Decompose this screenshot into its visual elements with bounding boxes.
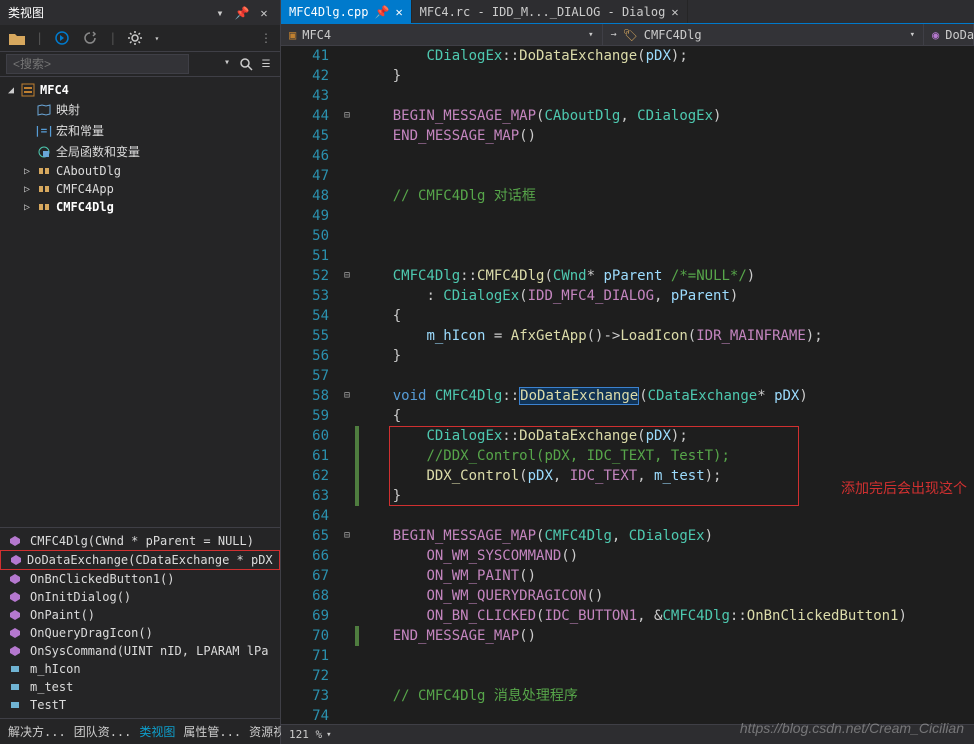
tree-item[interactable]: ▷CMFC4App: [0, 180, 280, 198]
close-icon[interactable]: ✕: [395, 5, 402, 19]
chevron-down-icon[interactable]: ▾: [224, 57, 230, 68]
nav-scope-label: CMFC4Dlg: [644, 28, 702, 42]
new-folder-icon[interactable]: [8, 29, 26, 47]
member-item[interactable]: OnQueryDragIcon(): [0, 624, 280, 642]
member-item[interactable]: OnSysCommand(UINT nID, LPARAM lPa: [0, 642, 280, 660]
tree-root[interactable]: ◢ MFC4: [0, 81, 280, 99]
bottom-tab[interactable]: 团队资...: [74, 723, 132, 740]
tree-root-label: MFC4: [40, 83, 69, 97]
pin-icon[interactable]: 📌: [234, 5, 250, 21]
editor-panel: MFC4Dlg.cpp📌✕MFC4.rc - IDD_M..._DIALOG -…: [281, 0, 974, 744]
code-content[interactable]: CDialogEx::DoDataExchange(pDX); } BEGIN_…: [359, 46, 974, 724]
pin-icon[interactable]: 📌: [374, 5, 389, 19]
member-item[interactable]: OnPaint(): [0, 606, 280, 624]
chevron-down-icon[interactable]: ▾: [326, 730, 331, 740]
nav-member-label: DoDa: [945, 28, 974, 42]
close-icon[interactable]: ✕: [256, 5, 272, 21]
member-item[interactable]: m_test: [0, 678, 280, 696]
member-list[interactable]: CMFC4Dlg(CWnd * pParent = NULL)DoDataExc…: [0, 527, 280, 718]
filter-icon[interactable]: ☰: [258, 56, 274, 72]
bottom-tab[interactable]: 解决方...: [8, 723, 66, 740]
grip-icon: ⋮: [260, 31, 272, 45]
annotation-text: 添加完后会出现这个: [841, 480, 967, 500]
member-item[interactable]: m_hIcon: [0, 660, 280, 678]
fold-column[interactable]: ⊟⊟⊟⊟⊟: [339, 46, 355, 724]
editor-tab[interactable]: MFC4.rc - IDD_M..._DIALOG - Dialog✕: [412, 0, 688, 23]
tree-item[interactable]: ▷CMFC4Dlg: [0, 198, 280, 216]
search-input[interactable]: [6, 54, 189, 74]
editor-tab[interactable]: MFC4Dlg.cpp📌✕: [281, 0, 412, 23]
tree-item[interactable]: ▷CAboutDlg: [0, 162, 280, 180]
code-editor[interactable]: 4142434445464748495051525354555657585960…: [281, 46, 974, 724]
gear-icon[interactable]: [126, 29, 144, 47]
nav-project-label: MFC4: [302, 28, 331, 42]
member-item[interactable]: DoDataExchange(CDataExchange * pDX: [0, 550, 280, 570]
class-view-panel: 类视图 ▾ 📌 ✕ | | ▾ ⋮ ▾ ☰: [0, 0, 281, 744]
dropdown-icon[interactable]: ▾: [212, 5, 228, 21]
bottom-tab[interactable]: 属性管...: [183, 723, 241, 740]
forward-icon[interactable]: [53, 29, 71, 47]
panel-header: 类视图 ▾ 📌 ✕: [0, 0, 280, 25]
bottom-tabs: 解决方...团队资...类视图属性管...资源视...: [0, 718, 280, 744]
editor-tabs: MFC4Dlg.cpp📌✕MFC4.rc - IDD_M..._DIALOG -…: [281, 0, 974, 24]
nav-scope[interactable]: → 🏷 CMFC4Dlg ▾: [603, 24, 925, 45]
class-tree[interactable]: ◢ MFC4 映射|=|宏和常量全局函数和变量▷CAboutDlg▷CMFC4A…: [0, 77, 280, 527]
search-row: ▾ ☰: [0, 52, 280, 77]
close-icon[interactable]: ✕: [671, 5, 678, 19]
member-item[interactable]: OnBnClickedButton1(): [0, 570, 280, 588]
refresh-icon[interactable]: [81, 29, 99, 47]
tree-item[interactable]: 全局函数和变量: [0, 141, 280, 162]
zoom-level[interactable]: 121 %: [289, 728, 322, 741]
bottom-tab[interactable]: 类视图: [139, 723, 175, 740]
line-numbers: 4142434445464748495051525354555657585960…: [281, 46, 339, 724]
member-item[interactable]: CMFC4Dlg(CWnd * pParent = NULL): [0, 532, 280, 550]
panel-title: 类视图: [8, 4, 212, 21]
member-item[interactable]: OnInitDialog(): [0, 588, 280, 606]
nav-bar: ▣ MFC4 ▾ → 🏷 CMFC4Dlg ▾ ◉ DoDa: [281, 24, 974, 46]
nav-member[interactable]: ◉ DoDa: [924, 24, 974, 45]
tree-item[interactable]: 映射: [0, 99, 280, 120]
watermark: https://blog.csdn.net/Cream_Cicilian: [740, 720, 964, 736]
member-item[interactable]: TestT: [0, 696, 280, 714]
search-icon[interactable]: [238, 56, 254, 72]
nav-project[interactable]: ▣ MFC4 ▾: [281, 24, 603, 45]
tree-item[interactable]: |=|宏和常量: [0, 120, 280, 141]
class-view-toolbar: | | ▾ ⋮: [0, 25, 280, 52]
